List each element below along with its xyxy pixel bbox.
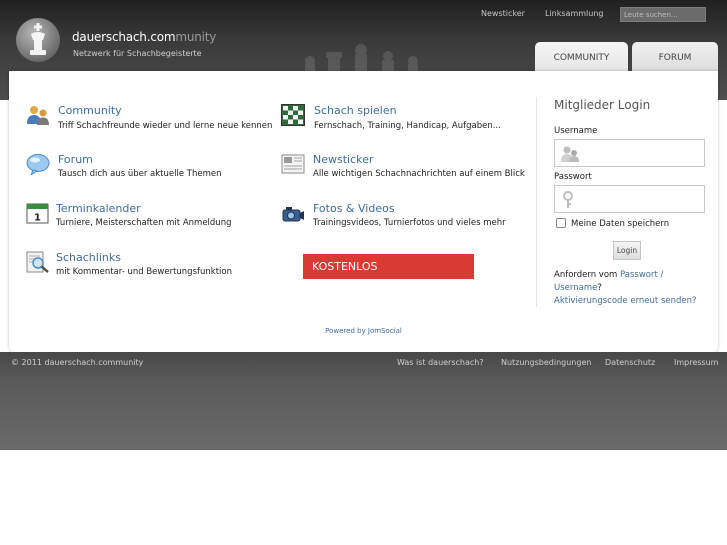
site-name-light: munity [175, 30, 217, 44]
feature-title: Newsticker [313, 153, 374, 166]
forgot-prefix: Anfordern vom [554, 270, 618, 280]
feature-title: Forum [58, 153, 93, 166]
password-field[interactable] [554, 185, 705, 213]
login-title: Mitglieder Login [554, 98, 651, 112]
feature-title: Schachlinks [56, 251, 121, 264]
site-tagline: Netzwerk für Schachbegeisterte [73, 49, 202, 58]
feature-desc: Tausch dich aus über aktuelle Themen [58, 169, 222, 179]
footer-copyright: © 2011 dauerschach.community [11, 358, 144, 367]
site-name-bold: dauerschach.com [72, 30, 176, 44]
calendar-icon: 1 [26, 203, 49, 224]
forgot-password-link[interactable]: Passwort / [620, 270, 663, 280]
footer-link-nutzungsbedingungen[interactable]: Nutzungsbedingungen [501, 358, 591, 367]
login-button[interactable]: Login [613, 241, 641, 260]
forgot-suffix: ? [597, 283, 602, 293]
feature-title: Fotos & Videos [313, 202, 395, 215]
feature-desc: Alle wichtigen Schachnachrichten auf ein… [313, 169, 525, 179]
footer-link-datenschutz[interactable]: Datenschutz [605, 358, 655, 367]
feature-desc: mit Kommentar- und Bewertungsfunktion [56, 267, 232, 277]
chessboard-icon [281, 104, 305, 126]
user-icon [561, 146, 579, 162]
forgot-username-link[interactable]: Username [554, 283, 597, 293]
feature-title: Schach spielen [314, 104, 397, 117]
tab-forum[interactable]: FORUM [632, 42, 718, 72]
password-label: Passwort [554, 172, 592, 182]
feature-title: Terminkalender [56, 202, 141, 215]
svg-text:1: 1 [34, 213, 41, 224]
activation-code-link[interactable]: Aktivierungscode erneut senden? [554, 296, 697, 306]
feature-desc: Fernschach, Training, Handicap, Aufgaben… [314, 121, 501, 131]
powered-by-link[interactable]: Powered by JomSocial [0, 327, 727, 335]
chess-king-icon [30, 23, 46, 55]
panel-divider [536, 97, 537, 307]
newspaper-icon [281, 154, 305, 174]
feature-desc: Triff Schachfreunde wieder und lerne neu… [58, 121, 273, 131]
feature-desc: Trainingsvideos, Turnierfotos und vieles… [313, 218, 506, 228]
forgot-credentials: Anfordern vom Passwort / Username? Aktiv… [554, 269, 714, 308]
camera-icon [282, 207, 304, 222]
remember-checkbox[interactable] [556, 218, 566, 228]
magnifier-icon [26, 251, 49, 273]
site-name[interactable]: dauerschach.community [72, 30, 216, 44]
remember-label: Meine Daten speichern [571, 219, 670, 229]
feature-title: Community [58, 104, 122, 117]
key-icon [563, 191, 573, 208]
footer-link-impressum[interactable]: Impressum [674, 358, 718, 367]
users-icon [27, 106, 49, 125]
search-input[interactable]: Leute suchen... [620, 7, 706, 22]
footer-link-was-ist[interactable]: Was ist dauerschach? [397, 358, 484, 367]
top-link-newsticker[interactable]: Newsticker [481, 9, 525, 18]
feature-desc: Turniere, Meisterschaften mit Anmeldung [56, 218, 232, 228]
site-logo[interactable] [16, 18, 60, 62]
tab-community[interactable]: COMMUNITY [535, 42, 628, 72]
speech-bubble-icon [26, 154, 50, 175]
username-field[interactable] [554, 139, 705, 167]
username-label: Username [554, 126, 598, 136]
kostenlos-button[interactable]: KOSTENLOS [303, 254, 474, 279]
top-link-linksammlung[interactable]: Linksammlung [545, 9, 603, 18]
